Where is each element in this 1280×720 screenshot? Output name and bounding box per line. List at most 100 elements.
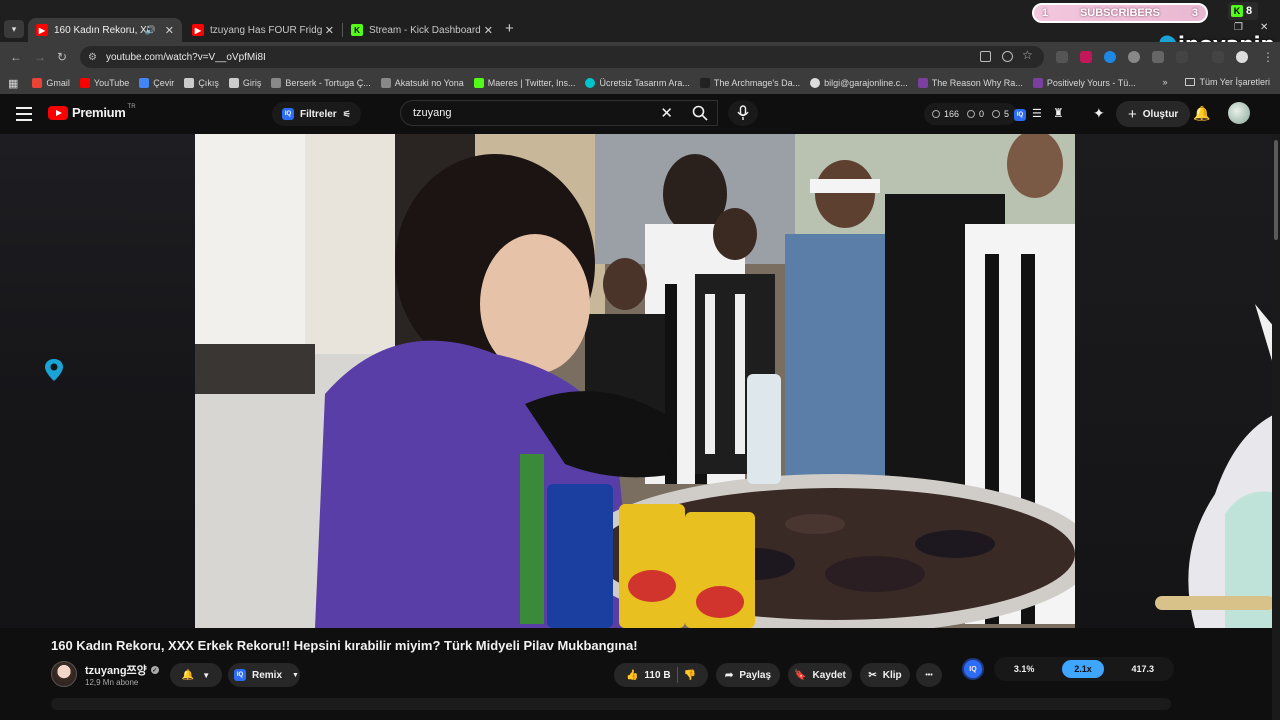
tab-fridges-video[interactable]: ▶ tzuyang Has FOUR Fridges?! W ✕ [184, 18, 342, 42]
url-input[interactable]: ⚙ youtube.com/watch?v=V__oVpfMi8I [80, 46, 1044, 68]
channel-avatar[interactable] [51, 661, 77, 687]
menu-dots-icon[interactable]: ⋮ [1262, 50, 1274, 64]
page-scrollbar[interactable] [1272, 134, 1280, 720]
site-icon [917, 78, 928, 88]
translate-icon [139, 78, 150, 88]
iq-icon: IQ [282, 108, 294, 120]
bookmark-item[interactable]: YouTube [79, 78, 130, 88]
notification-settings-button[interactable]: 🔔 ▼ [170, 663, 222, 687]
save-button[interactable]: 🔖 Kaydet [788, 663, 852, 687]
bookmark-item[interactable]: The Archmage's Da... [699, 78, 800, 88]
remix-button[interactable]: IQ Remix ▼ [228, 663, 300, 687]
site-info-icon[interactable]: ⚙ [88, 52, 97, 63]
list-icon[interactable]: ☰ [1032, 107, 1042, 120]
save-label: Kaydet [812, 669, 846, 681]
ambient-left [0, 134, 195, 628]
scrollbar-thumb[interactable] [1274, 140, 1278, 240]
more-dots-icon: ••• [925, 671, 933, 679]
thumbs-down-icon: 👎 [683, 669, 697, 681]
speaker-icon[interactable]: 🔊 [145, 25, 156, 36]
extension-icon[interactable] [1128, 51, 1140, 63]
puzzle-icon[interactable] [1176, 51, 1188, 63]
like-count: 110 B [644, 669, 671, 681]
extension-icon[interactable] [1056, 51, 1068, 63]
chevron-down-icon: ▼ [202, 670, 211, 680]
extension-stats-pill[interactable]: 166 0 5 [924, 103, 1018, 125]
description-box-edge[interactable] [51, 698, 1171, 710]
notifications-bell-icon[interactable]: 🔔 [1193, 105, 1210, 122]
hamburger-menu-icon[interactable] [16, 107, 32, 121]
tab-kick-dashboard[interactable]: K Stream - Kick Dashboard ✕ [343, 18, 501, 42]
remix-label: Remix [252, 669, 283, 681]
url-text: youtube.com/watch?v=V__oVpfMi8I [106, 51, 266, 63]
extension-icon[interactable] [1080, 51, 1092, 63]
channel-name-link[interactable]: tzuyang쯔양 ✓ [85, 662, 159, 678]
tab-search-button[interactable]: ▾ [4, 20, 24, 38]
video-player[interactable] [195, 134, 1075, 628]
tab-title: tzuyang Has FOUR Fridges?! W [210, 24, 322, 36]
bookmark-item[interactable]: Akatsuki no Yona [380, 78, 464, 88]
kick-logo-icon: K [1231, 5, 1243, 17]
bookmark-item[interactable]: Berserk - Tortuga Ç... [271, 78, 371, 88]
search-input[interactable]: tzuyang ✕ [400, 100, 718, 126]
bookmark-item[interactable]: Çıkış [184, 78, 219, 88]
playlist-icon[interactable] [1212, 51, 1224, 63]
new-tab-button[interactable]: + [505, 20, 514, 37]
youtube-favicon-icon: ▶ [192, 24, 204, 36]
extension-icon[interactable] [1104, 51, 1116, 63]
apps-grid-icon[interactable]: ▦ [8, 77, 18, 90]
forward-arrow-icon[interactable]: → [34, 50, 46, 64]
kick-counter: K 8 [1228, 2, 1258, 20]
iq-stat-score[interactable]: 417.3 [1120, 660, 1167, 678]
clip-button[interactable]: ✂ Klip [860, 663, 910, 687]
profile-icon[interactable] [1236, 51, 1248, 63]
close-tab-icon[interactable]: ✕ [165, 24, 174, 37]
eye-icon [967, 110, 976, 118]
bookmark-item[interactable]: Ücretsiz Tasarım Ara... [585, 78, 690, 88]
share-button[interactable]: ➦ Paylaş [716, 663, 780, 687]
close-tab-icon[interactable]: ✕ [325, 24, 334, 37]
bookmark-icon: 🔖 [794, 669, 807, 681]
filters-button[interactable]: IQ Filtreler ⚟ [272, 102, 361, 126]
tab-active-video[interactable]: ▶ 160 Kadın Rekoru, XXX Erkek 🔊 ✕ [28, 18, 182, 42]
bookmark-label: Çevir [153, 78, 175, 88]
clear-search-icon[interactable]: ✕ [660, 104, 673, 122]
back-arrow-icon[interactable]: ← [10, 50, 22, 64]
account-avatar[interactable] [1228, 102, 1250, 124]
iq-icon[interactable]: IQ [1014, 109, 1026, 121]
bookmarks-overflow-icon[interactable]: » [1162, 77, 1167, 87]
bookmark-item[interactable]: The Reason Why Ra... [917, 78, 1023, 88]
like-button[interactable]: 👍 110 B [626, 670, 671, 681]
site-icon [380, 78, 391, 88]
iq-stat-multiplier[interactable]: 2.1x [1062, 660, 1104, 678]
bookmark-label: YouTube [93, 78, 130, 88]
bookmark-item[interactable]: Maeres | Twitter, Ins... [473, 78, 575, 88]
create-button[interactable]: + Oluştur [1116, 101, 1191, 127]
eye-icon [992, 110, 1001, 118]
voice-search-button[interactable] [728, 100, 758, 126]
iq-extension-icon[interactable]: IQ [962, 658, 984, 680]
bookmark-item[interactable]: Giriş [228, 78, 262, 88]
close-tab-icon[interactable]: ✕ [484, 24, 493, 37]
bookmark-item[interactable]: Çevir [139, 78, 174, 88]
bookmark-item[interactable]: Positively Yours - Tü... [1032, 78, 1136, 88]
trophy-icon[interactable]: ♜ [1053, 106, 1064, 120]
iq-stat-percent[interactable]: 3.1% [1002, 660, 1047, 678]
bookmark-item[interactable]: Gmail [32, 78, 70, 88]
dislike-button[interactable]: 👎 [684, 670, 696, 681]
iq-icon: IQ [234, 669, 246, 681]
eye-off-icon[interactable] [1002, 51, 1013, 62]
search-button[interactable] [682, 100, 718, 126]
more-actions-button[interactable]: ••• [916, 663, 942, 687]
search-icon [692, 105, 708, 121]
bookmark-label: Giriş [242, 78, 262, 88]
bookmark-label: Ücretsiz Tasarım Ara... [599, 78, 690, 88]
cloud-icon[interactable] [1152, 51, 1164, 63]
youtube-premium-logo[interactable]: Premium TR [48, 104, 136, 120]
all-bookmarks-label[interactable]: Tüm Yer İşaretleri [1199, 77, 1270, 87]
bookmark-star-icon[interactable]: ☆ [1022, 48, 1033, 62]
reload-icon[interactable]: ↻ [57, 50, 67, 64]
sparkle-icon[interactable]: ✦ [1093, 105, 1105, 122]
bookmark-item[interactable]: bilgi@garajonline.c... [810, 78, 908, 88]
cast-icon[interactable] [980, 51, 991, 62]
